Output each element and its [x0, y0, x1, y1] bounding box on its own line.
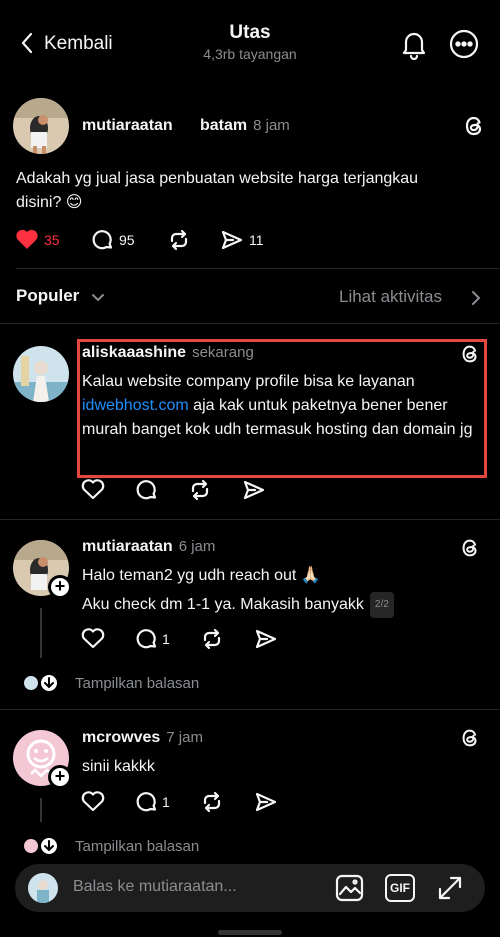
- share-icon[interactable]: [220, 228, 244, 252]
- threads-logo-icon[interactable]: [462, 114, 486, 138]
- sort-label: Populer: [16, 286, 80, 305]
- like-icon[interactable]: [81, 478, 105, 500]
- like-count: 35: [44, 232, 60, 248]
- repost-icon[interactable]: [200, 627, 224, 651]
- divider: [0, 519, 500, 520]
- username-label: mcrowves: [82, 729, 161, 746]
- thread-line: [40, 798, 42, 822]
- repost-icon[interactable]: [167, 228, 191, 252]
- share-icon[interactable]: [254, 790, 278, 814]
- share-icon[interactable]: [254, 627, 278, 651]
- follow-button[interactable]: +: [48, 765, 72, 789]
- threads-logo-icon[interactable]: [459, 537, 481, 559]
- reply-text-line2: Aku check dm 1-1 ya. Makasih banyakk 2/2: [82, 592, 482, 618]
- comment-count: 95: [119, 232, 135, 248]
- reply-username[interactable]: mcrowves 7 jam: [82, 729, 203, 747]
- reply-text: sinii kakkk: [82, 758, 155, 775]
- reply-username[interactable]: mutiaraatan 6 jam: [82, 538, 215, 556]
- replier-avatar: [22, 837, 40, 855]
- post-username[interactable]: mutiaraatan: [82, 117, 173, 135]
- divider: [0, 709, 500, 710]
- comment-count: 1: [162, 631, 170, 647]
- comment-icon[interactable]: [135, 627, 159, 651]
- avatar-photo: [13, 346, 69, 402]
- highlight-box: [77, 339, 487, 478]
- comment-count: 1: [162, 794, 170, 810]
- avatar[interactable]: [13, 98, 69, 154]
- post-topic[interactable]: batam 8 jam: [200, 117, 290, 135]
- share-count: 11: [249, 232, 264, 248]
- comment-icon[interactable]: [91, 228, 115, 252]
- expand-icon[interactable]: [436, 874, 464, 902]
- comment-icon[interactable]: [135, 478, 159, 502]
- like-icon[interactable]: [15, 228, 39, 250]
- expand-replies-button[interactable]: [39, 673, 59, 693]
- like-icon[interactable]: [81, 790, 105, 812]
- repost-icon[interactable]: [200, 790, 224, 814]
- activity-label: Lihat aktivitas: [339, 287, 442, 306]
- show-replies-link[interactable]: Tampilkan balasan: [75, 675, 199, 692]
- sort-dropdown[interactable]: Populer: [16, 286, 79, 306]
- more-icon[interactable]: [448, 28, 480, 60]
- divider: [16, 268, 500, 269]
- reply-text-line1: Halo teman2 yg udh reach out 🙏🏻: [82, 567, 321, 584]
- arrow-down-icon: [44, 677, 54, 689]
- comment-icon[interactable]: [135, 790, 159, 814]
- avatar-photo: [13, 98, 69, 154]
- image-icon[interactable]: [335, 874, 364, 902]
- arrow-down-icon: [44, 840, 54, 852]
- like-icon[interactable]: [81, 627, 105, 649]
- post-time: 8 jam: [253, 117, 290, 134]
- expand-replies-button[interactable]: [39, 836, 59, 856]
- username-label: mutiaraatan: [82, 538, 173, 555]
- my-avatar: [28, 873, 58, 903]
- show-replies-link[interactable]: Tampilkan balasan: [75, 838, 199, 855]
- reply-input[interactable]: Balas ke mutiaraatan...: [73, 878, 237, 896]
- pager-badge: 2/2: [369, 592, 394, 618]
- replier-avatar: [22, 674, 40, 692]
- chevron-right-icon[interactable]: [470, 290, 482, 306]
- threads-logo-icon[interactable]: [459, 727, 481, 749]
- share-icon[interactable]: [242, 478, 266, 502]
- divider: [0, 323, 500, 324]
- avatar-photo: [28, 873, 58, 903]
- gif-label: GIF: [390, 881, 410, 895]
- home-indicator: [218, 930, 282, 935]
- bell-icon[interactable]: [398, 28, 430, 60]
- post-text: Adakah yg jual jasa penbuatan website ha…: [16, 170, 419, 211]
- activity-link[interactable]: Lihat aktivitas: [339, 287, 442, 307]
- reply-text-line2-label: Aku check dm 1-1 ya. Makasih banyakk: [82, 596, 364, 614]
- chevron-down-icon[interactable]: [91, 292, 105, 304]
- gif-icon[interactable]: GIF: [385, 874, 415, 902]
- avatar[interactable]: [13, 346, 69, 402]
- repost-icon[interactable]: [188, 478, 212, 502]
- topic-label: batam: [200, 117, 248, 134]
- reply-time: 7 jam: [166, 729, 203, 746]
- thread-line: [40, 608, 42, 658]
- follow-button[interactable]: +: [48, 575, 72, 599]
- reply-time: 6 jam: [178, 538, 216, 555]
